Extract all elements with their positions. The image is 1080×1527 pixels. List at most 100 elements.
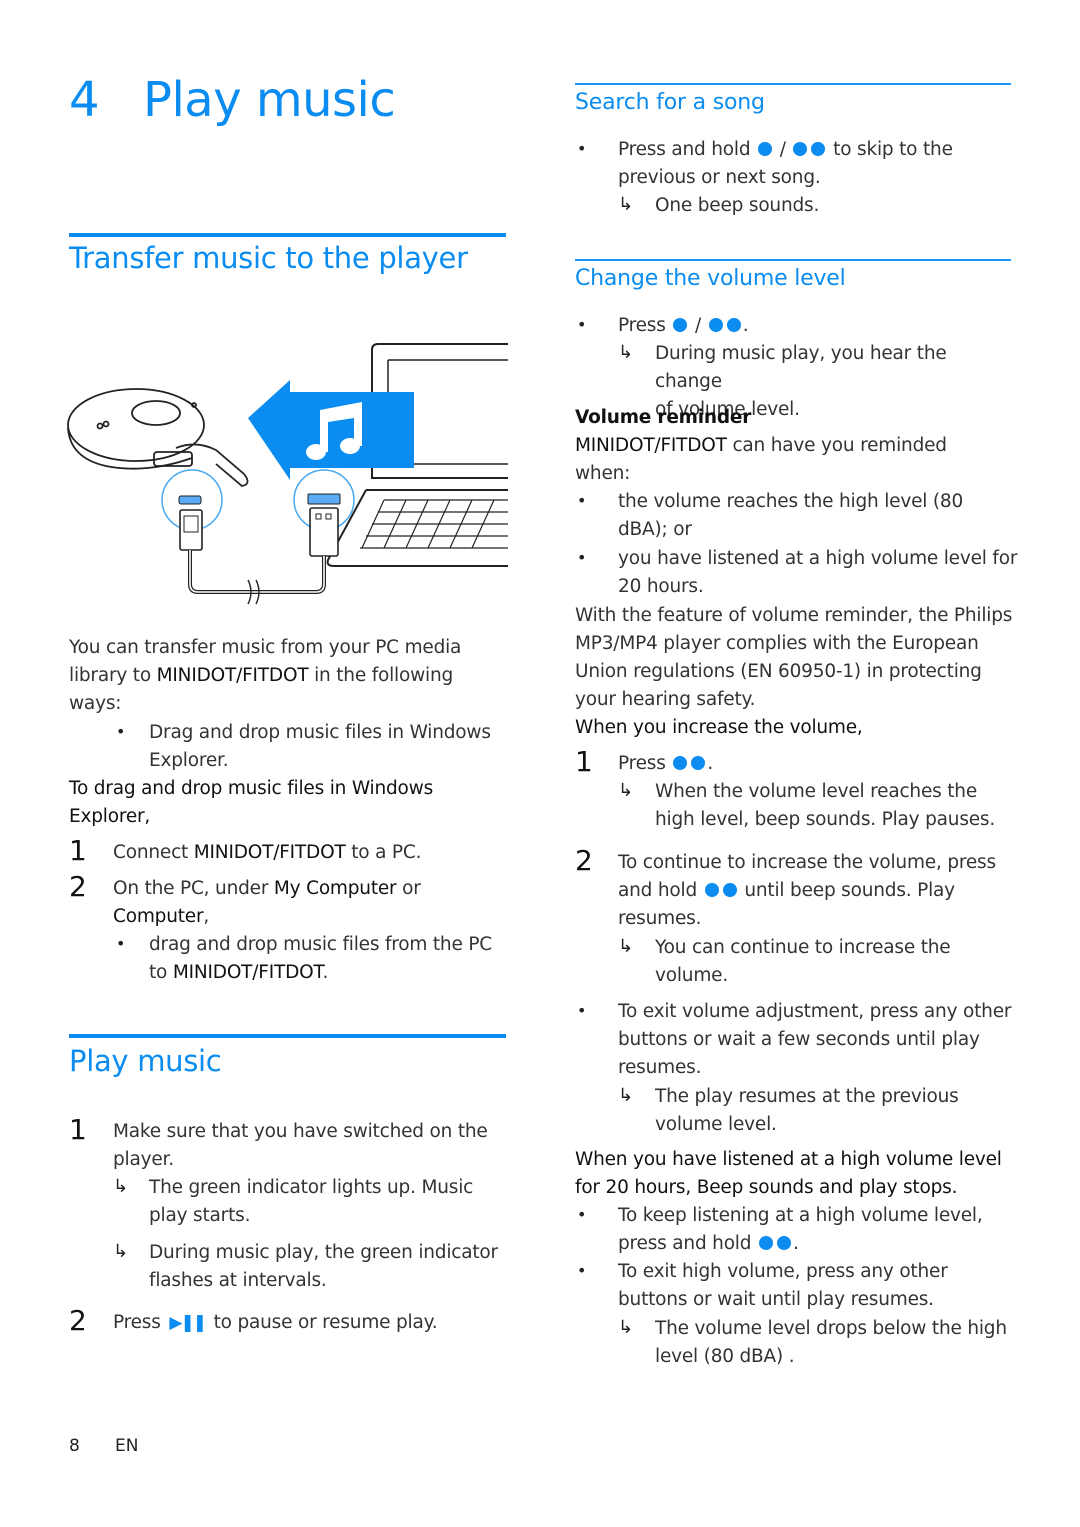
chapter-title: 4 Play music	[69, 72, 396, 128]
step-text: resumes.	[618, 908, 702, 929]
section-rule	[69, 233, 506, 237]
step-text: Connect	[113, 842, 194, 863]
reminder-condition-level: the volume reaches the high level (80 dB…	[618, 488, 1013, 544]
device-name: MINIDOT/FITDOT	[172, 962, 323, 983]
intro-line: in the following	[308, 665, 454, 686]
intro-line: library to	[69, 665, 157, 686]
step-number: 2	[69, 870, 87, 903]
separator: /	[689, 315, 707, 336]
device-name: MINIDOT/FITDOT	[156, 665, 309, 686]
result-text: volume level.	[655, 1114, 777, 1135]
result-arrow-icon: ↳	[113, 1241, 129, 1262]
volume-up-icon	[691, 756, 706, 770]
transfer-arrow	[248, 380, 414, 480]
result-text: volume.	[655, 965, 729, 986]
bullet-text: press and hold	[618, 1233, 757, 1254]
intro-line: You can transfer music from your PC medi…	[69, 637, 462, 658]
step-text: To continue to increase the volume, pres…	[618, 852, 996, 873]
usb-a-port	[307, 493, 341, 505]
inc-result-continue: You can continue to increase the volume.	[655, 934, 1015, 990]
step-number: 1	[69, 834, 87, 867]
step-text: Make sure that you have switched on the	[113, 1121, 488, 1142]
result-arrow-icon: ↳	[618, 1317, 634, 1338]
search-result: One beep sounds.	[655, 195, 820, 216]
step-text: ,	[203, 906, 210, 927]
step-text: player.	[113, 1149, 174, 1170]
step-number: 2	[575, 844, 593, 877]
volume-reminder-title: Volume reminder	[575, 407, 752, 428]
volume-down-icon	[673, 318, 688, 332]
result-text: The play resumes at the previous	[655, 1086, 959, 1107]
section-rule	[575, 259, 1011, 261]
bullet-text: To exit high volume, press any other	[618, 1261, 948, 1282]
section-rule	[69, 1034, 506, 1038]
condition-text: dBA); or	[618, 519, 692, 540]
page-number: 8	[69, 1436, 80, 1456]
paragraph-line: With the feature of volume reminder, the…	[575, 605, 1013, 626]
bullet-text: .	[322, 962, 329, 983]
result-arrow-icon: ↳	[618, 194, 634, 215]
bullet-icon: •	[577, 1205, 587, 1224]
instruction-text: previous or next song.	[618, 167, 821, 188]
subhead-text: When you have listened at a high volume …	[575, 1149, 1002, 1170]
previous-button-icon	[758, 142, 773, 156]
bullet-text: to	[149, 962, 173, 983]
inc-step-press: Press .	[618, 750, 713, 778]
bullet-icon: •	[116, 722, 126, 741]
result-arrow-icon: ↳	[618, 936, 634, 957]
micro-usb-port	[178, 495, 202, 505]
exit-result: The play resumes at the previous volume …	[655, 1083, 1015, 1139]
twenty-hours-subhead: When you have listened at a high volume …	[575, 1146, 1020, 1202]
result-text: The green indicator lights up. Music	[149, 1177, 474, 1198]
language-code: EN	[115, 1436, 139, 1456]
instruction-text: to skip to the	[827, 139, 953, 160]
result-text: flashes at intervals.	[149, 1270, 327, 1291]
step-text: until beep sounds. Play	[738, 880, 955, 901]
device-name: MINIDOT/FITDOT	[193, 842, 346, 863]
section-heading-play: Play music	[69, 1044, 222, 1078]
result-arrow-icon: ↳	[113, 1176, 129, 1197]
bullet-text: buttons or wait a few seconds until play	[618, 1029, 980, 1050]
chapter-title-text: Play music	[143, 72, 396, 128]
step-text: Press	[618, 753, 672, 774]
bullet-icon: •	[577, 548, 587, 567]
device-name: MINIDOT/FITDOT	[575, 435, 727, 456]
result-text: The volume level drops below the high	[655, 1318, 1007, 1339]
bullet-text: To exit volume adjustment, press any oth…	[618, 1001, 1012, 1022]
section-heading-volume: Change the volume level	[575, 266, 846, 291]
volume-up-icon	[726, 318, 741, 332]
chapter-number: 4	[69, 72, 100, 128]
result-indicator: The green indicator lights up. Music pla…	[149, 1174, 509, 1230]
keep-listening: To keep listening at a high volume level…	[618, 1202, 1018, 1258]
reminder-text: when:	[575, 463, 631, 484]
bullet-icon: •	[577, 139, 587, 158]
paragraph-line: MP3/MP4 player complies with the Europea…	[575, 633, 979, 654]
usb-cable	[188, 550, 326, 594]
step-text: to pause or resume play.	[207, 1312, 438, 1333]
step-number: 2	[69, 1304, 87, 1337]
next-button-icon	[811, 142, 826, 156]
transfer-intro: You can transfer music from your PC medi…	[69, 634, 509, 718]
inc-result-pause: When the volume level reaches the high l…	[655, 778, 1015, 834]
result-text: During music play, you hear the change	[655, 343, 947, 392]
volume-up-icon	[704, 883, 719, 897]
result-text: You can continue to increase the	[655, 937, 951, 958]
feature-paragraph: With the feature of volume reminder, the…	[575, 602, 1020, 714]
step-number: 1	[69, 1113, 87, 1146]
bullet-text: buttons or wait until play resumes.	[618, 1289, 934, 1310]
reminder-text: can have you reminded	[726, 435, 947, 456]
bullet-text: .	[792, 1233, 799, 1254]
step-pause-resume: Press ▶❚❚ to pause or resume play.	[113, 1309, 513, 1337]
subhead-text: To drag and drop music files in Windows	[69, 778, 434, 799]
bullet-drag-drop: Drag and drop music files in Windows Exp…	[149, 719, 509, 775]
volume-up-icon	[708, 318, 723, 332]
bullet-icon: •	[577, 315, 587, 334]
drag-drop-subhead: To drag and drop music files in Windows …	[69, 775, 509, 831]
step-my-computer: On the PC, under My Computer or Computer…	[113, 875, 513, 931]
result-text: During music play, the green indicator	[149, 1242, 498, 1263]
usb-a-plug	[309, 507, 339, 557]
my-computer-label: My Computer	[273, 878, 397, 899]
next-button-icon	[793, 142, 808, 156]
reminder-condition-hours: you have listened at a high volume level…	[618, 545, 1018, 601]
volume-up-icon	[673, 756, 688, 770]
